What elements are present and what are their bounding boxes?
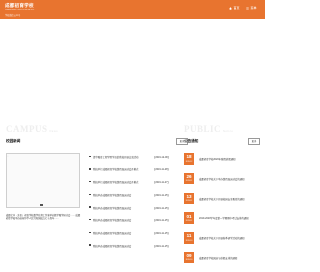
news-photo-caption[interactable]: 成都七中（东区）初育学校数学名师工作室举办数学教学研讨会…… 成都初育学校举办庆… [6,215,81,222]
date-day: 26 [184,174,194,179]
news-item-date: 【2019-11-15】 [153,218,170,222]
list-item[interactable]: 我校举办成都初育学校第四届运动会【2019-11-15】 [89,217,181,230]
list-item[interactable]: 清华教育工程学院学员赴我校开展交流活动【2019-12-09】 [89,154,181,167]
campus-watermark-text: CAMPUS [6,124,48,134]
news-item-date: 【2019-11-15】 [153,206,170,210]
list-item[interactable]: 092019-10 成都初育学校国庆节放假安排的通知 [184,252,262,272]
date-month: 2019-12 [184,161,194,163]
date-month: 2019-11 [184,220,194,222]
bullet-icon [89,206,91,208]
date-month: 2019-11 [184,180,194,182]
news-item-text: 我校举办成都初育学校第四届运动会 [93,218,155,222]
news-section-title: 校园新闻 [6,139,20,144]
home-icon [229,6,232,10]
date-day: 01 [184,214,194,219]
date-month: 2019-10 [184,240,194,242]
campus-watermark-small: News [50,130,59,133]
news-item-date: 【2019-11-28】 [153,167,170,171]
notice-item-text: 成都初育学校关于开展校园安全教育的通知 [199,197,261,201]
list-item[interactable]: 012019-11 2019-2020学年度第一学期期中考试安排的通知 [184,212,262,232]
notice-section-title: 公告通知 [184,139,198,144]
date-day: 13 [184,194,194,199]
list-item[interactable]: 我校举办成都初育学校第四届运动会【2019-11-15】 [89,205,181,218]
news-item-date: 【2019-11-15】 [153,244,170,248]
news-item-text: 我校举行成都初育学校第四届运动会开幕式 [93,180,155,184]
list-item[interactable]: 我校举办成都初育学校第四届运动会【2019-11-15】 [89,192,181,205]
list-item[interactable]: 我校举行成都初育学校第四届运动会开幕式【2019-11-27】 [89,179,181,192]
nav-menu[interactable]: 菜单 [246,6,257,10]
news-item-date: 【2019-11-15】 [153,193,170,197]
date-day: 18 [184,154,194,159]
bullet-icon [89,168,91,170]
date-month: 2019-11 [184,200,194,202]
date-badge: 262019-11 [184,173,194,185]
site-subtitle-secondary: 学校微信公众号 [5,13,20,17]
date-badge: 18 2019-12 [184,153,194,165]
list-item[interactable]: 我校举行成都初育学校第四届运动会开幕式【2019-11-28】 [89,167,181,180]
list-item[interactable]: 18 2019-12 成都初育学校2020年寒假放假通知 [184,153,262,173]
news-item-text: 清华教育工程学院学员赴我校开展交流活动 [93,155,155,159]
list-item[interactable]: 我校举办成都初育学校第四届运动会【2019-11-15】 [89,230,181,243]
date-day: 09 [184,253,194,258]
notice-item-text: 成都初育学校关于开展秋季研学活动的通知 [199,236,261,240]
list-item[interactable]: 11 2019-10 成都初育学校关于开展秋季研学活动的通知 [184,232,262,252]
news-item-text: 我校举行成都初育学校第四届运动会开幕式 [93,167,155,171]
notice-list: 182019-12 成都初育学校2020年寒假放假通知 262019-11 成都… [184,153,262,272]
carousel-indicator[interactable] [40,204,43,206]
notice-item-text: 成都初育学校2020年寒假放假通知 [199,157,261,161]
date-badge: 132019-11 [184,193,194,205]
campus-watermark: CAMPUSNews [6,124,58,134]
date-day: 11 [184,233,194,238]
top-header: 成都初育学校 CHENGDU CHUYU SCHOOL 学校微信公众号 首页 菜… [0,0,265,19]
notice-more-button[interactable]: 更多 [248,138,260,145]
public-watermark-text: PUBLIC [184,124,221,134]
news-item-text: 我校举办成都初育学校第四届运动会 [93,244,155,248]
menu-icon [246,6,249,10]
notice-item-text: 成都初育学校国庆节放假安排的通知 [199,256,261,260]
news-item-text: 我校举办成都初育学校第四届运动会 [93,193,155,197]
news-photo[interactable]: ▫ [6,153,80,208]
date-badge: 092019-10 [184,252,194,264]
news-item-date: 【2019-12-09】 [153,155,170,159]
site-subtitle: CHENGDU CHUYU SCHOOL [5,9,34,11]
public-watermark: PUBLICNotice [184,124,233,134]
news-item-text: 我校举办成都初育学校第四届运动会 [93,206,155,210]
date-month: 2019-10 [184,259,194,261]
nav-menu-label: 菜单 [251,6,257,10]
notice-item-text: 2019-2020学年度第一学期期中考试安排的通知 [199,216,261,220]
bullet-icon [89,244,91,246]
news-item-text: 我校举办成都初育学校第四届运动会 [93,231,155,235]
bullet-icon [89,219,91,221]
bullet-icon [89,181,91,183]
bullet-icon [89,232,91,234]
list-item[interactable]: 262019-11 成都初育学校关于举办第四届运动会的通知 [184,173,262,193]
nav-home-label: 首页 [234,6,240,10]
news-item-date: 【2019-11-15】 [153,231,170,235]
nav-home[interactable]: 首页 [229,6,240,10]
bullet-icon [89,156,91,158]
date-badge: 012019-11 [184,212,194,224]
news-item-date: 【2019-11-27】 [153,180,170,184]
news-list: 清华教育工程学院学员赴我校开展交流活动【2019-12-09】 我校举行成都初育… [89,154,181,256]
date-badge: 11 2019-10 [184,232,194,244]
public-watermark-small: Notice [223,130,233,133]
list-item[interactable]: 132019-11 成都初育学校关于开展校园安全教育的通知 [184,193,262,213]
list-item[interactable]: 我校举办成都初育学校第四届运动会【2019-11-15】 [89,243,181,256]
bullet-icon [89,194,91,196]
broken-image-icon: ▫ [8,155,9,158]
notice-item-text: 成都初育学校关于举办第四届运动会的通知 [199,177,261,181]
